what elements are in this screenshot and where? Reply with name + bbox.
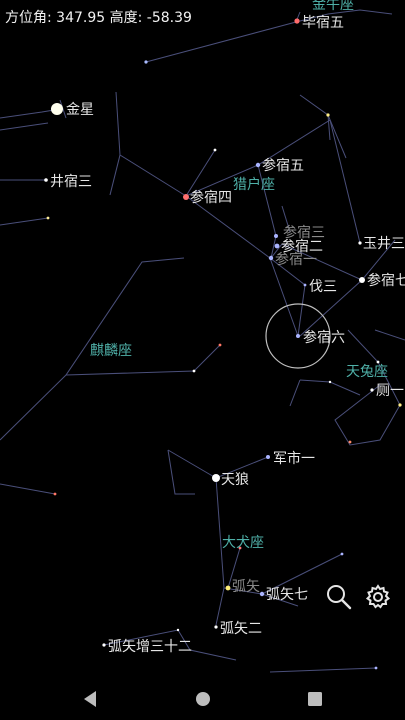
star-dot [144,60,148,64]
star-label[interactable]: 井宿三 [50,173,92,190]
back-triangle-icon[interactable] [80,688,102,710]
star-dot [348,440,352,444]
settings-button[interactable] [364,583,392,611]
star-dot [370,388,374,392]
star-dot [213,148,217,152]
constellation-label[interactable]: 大犬座 [222,535,264,551]
star-label[interactable]: 弧矢增三十二 [108,639,192,655]
star-label[interactable]: 参宿六 [303,329,345,346]
home-circle-icon[interactable] [192,688,214,710]
star-dot [328,380,332,384]
star-dot [44,178,48,182]
star-dot [376,360,380,364]
constellation-label[interactable]: 麒麟座 [90,343,132,359]
search-icon [327,585,352,610]
gear-icon [365,584,391,609]
search-button[interactable] [325,583,353,611]
star-dot [225,585,231,591]
star-dot [398,403,402,407]
star-dot [268,255,274,261]
star-label[interactable]: 毕宿五 [302,14,344,31]
star-dot [274,243,280,249]
star-label[interactable]: 金星 [66,102,94,118]
constellation-label[interactable]: 金牛座 [312,0,354,13]
star-dot [183,194,189,200]
star-label[interactable]: 军市一 [273,450,315,467]
star-label[interactable]: 弧矢 [232,579,260,595]
star-dot [359,277,365,283]
star-dot [214,625,218,629]
star-dot [340,552,344,556]
constellation-label[interactable]: 天兔座 [346,364,388,380]
system-navigation-bar [0,678,405,720]
star-dot [326,113,330,117]
star-dot [255,162,261,168]
star-dot [192,369,196,373]
star-label[interactable]: 天狼 [221,472,249,488]
star-label[interactable]: 厕一 [376,383,404,399]
star-dot [53,492,57,496]
star-dot [259,591,265,597]
star-dot [176,628,180,632]
star-dot [303,283,307,287]
sky-map[interactable]: 毕宿五 金星 井宿三 参宿五 参宿四 参宿三 参宿二 参宿一 玉井三 参宿七 伐… [0,0,405,678]
star-label[interactable]: 弧矢二 [220,621,262,637]
recents-square-icon[interactable] [304,688,326,710]
star-dot [102,643,106,647]
constellation-label[interactable]: 猎户座 [233,176,275,193]
star-dot [266,455,270,459]
star-label[interactable]: 参宿四 [190,189,232,206]
star-dot [212,474,220,482]
star-dot [374,666,378,670]
star-label[interactable]: 参宿五 [262,157,304,174]
star-dot [274,234,278,238]
star-dot [218,343,222,347]
star-label[interactable]: 伐三 [309,279,337,295]
star-label[interactable]: 玉井三 [363,236,405,252]
star-dot [46,216,50,220]
star-dot [294,18,300,24]
star-dot [51,103,63,115]
star-dot [296,334,300,338]
star-label[interactable]: 参宿一 [275,251,317,268]
star-label[interactable]: 弧矢七 [266,587,308,603]
star-label[interactable]: 参宿七 [367,272,405,289]
star-dot [358,241,362,245]
